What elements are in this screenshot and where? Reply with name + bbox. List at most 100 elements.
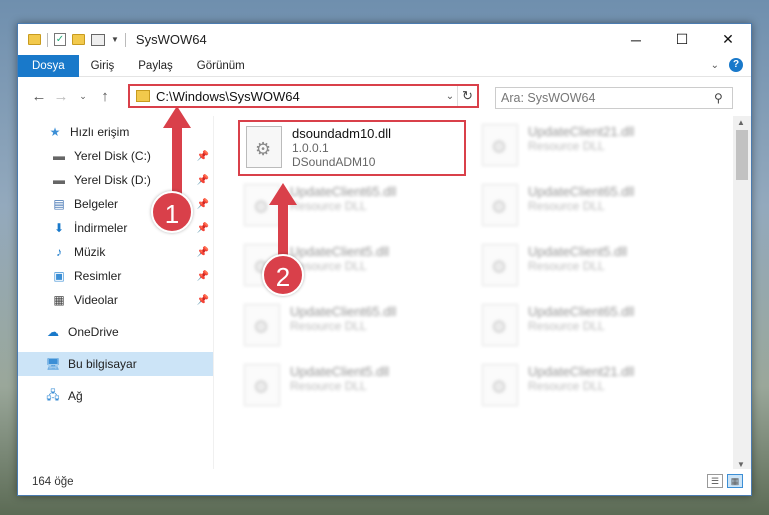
new-folder-icon[interactable] (72, 34, 85, 45)
pin-icon[interactable]: 📌 (197, 247, 209, 258)
dll-file-icon (244, 364, 280, 406)
help-icon[interactable]: ? (729, 58, 743, 72)
title-bar: ✓ ▼ SysWOW64 ─ ☐ ✕ (18, 24, 751, 55)
pin-icon[interactable]: 📌 (197, 295, 209, 306)
file-item[interactable]: UpdateClient5.dll Resource DLL (238, 360, 466, 416)
vertical-scrollbar[interactable]: ▲ ▼ (733, 116, 751, 471)
file-item[interactable]: UpdateClient21.dll Resource DLL (476, 120, 704, 176)
file-name: dsoundadm10.dll (292, 126, 392, 141)
sidebar-item-label: Yerel Disk (C:) (74, 149, 151, 163)
properties-check-icon[interactable]: ✓ (54, 33, 66, 46)
file-name: UpdateClient65.dll (290, 184, 397, 199)
maximize-button[interactable]: ☐ (659, 24, 705, 55)
sidebar-item-disk-d[interactable]: ▬ Yerel Disk (D:) 📌 (18, 168, 213, 192)
tiles-view-icon[interactable]: ▦ (727, 474, 743, 488)
sidebar-item-network[interactable]: 🖧 Ağ (18, 384, 213, 408)
scroll-down-icon[interactable]: ▼ (737, 460, 745, 469)
network-icon: 🖧 (46, 387, 60, 402)
recent-locations-icon[interactable]: ⌄ (72, 91, 94, 102)
step-badge-1: 1 (151, 191, 193, 233)
pin-icon[interactable]: 📌 (197, 223, 209, 234)
arrow-shaft-2 (278, 203, 288, 257)
computer-icon: 🖥 (45, 357, 61, 371)
tab-share[interactable]: Paylaş (126, 55, 185, 77)
refresh-icon[interactable]: ↻ (457, 86, 477, 106)
expand-ribbon-icon[interactable]: ⌄ (711, 60, 719, 71)
properties-icon[interactable] (91, 33, 105, 46)
file-item[interactable]: UpdateClient5.dll Resource DLL (476, 240, 704, 296)
file-description: Resource DLL (528, 319, 605, 333)
file-description: Resource DLL (290, 199, 367, 213)
chevron-down-icon[interactable]: ⌄ (443, 91, 457, 102)
search-input[interactable]: Ara: SysWOW64 (501, 91, 714, 105)
file-item[interactable]: UpdateClient65.dll Resource DLL (476, 180, 704, 236)
dll-file-icon (482, 364, 518, 406)
dll-file-icon (244, 304, 280, 346)
file-description: Resource DLL (528, 139, 605, 153)
forward-button[interactable]: → (50, 88, 72, 105)
sidebar-item-label: Bu bilgisayar (68, 357, 137, 371)
file-name: UpdateClient5.dll (290, 364, 390, 379)
close-button[interactable]: ✕ (705, 24, 751, 55)
file-item[interactable]: UpdateClient65.dll Resource DLL (476, 300, 704, 356)
file-description: Resource DLL (290, 379, 367, 393)
drive-icon: ▬ (53, 149, 65, 163)
divider (124, 32, 126, 47)
file-description: Resource DLL (528, 259, 605, 273)
document-icon: ▤ (53, 197, 65, 211)
video-icon: ▦ (53, 293, 65, 307)
scrollbar-thumb[interactable] (736, 130, 748, 180)
tab-home[interactable]: Giriş (79, 55, 127, 77)
sidebar-item-label: Resimler (74, 269, 122, 283)
search-box[interactable]: Ara: SysWOW64 ⚲ (495, 87, 733, 109)
sidebar-item-onedrive[interactable]: ☁ OneDrive (18, 320, 213, 344)
file-name: UpdateClient65.dll (528, 184, 635, 199)
file-description: DSoundADM10 (292, 155, 376, 169)
drive-icon: ▬ (53, 173, 65, 187)
up-button[interactable]: ↑ (94, 88, 116, 105)
sidebar-item-label: İndirmeler (74, 221, 128, 235)
file-item[interactable]: UpdateClient65.dll Resource DLL (238, 300, 466, 356)
sidebar-item-label: Yerel Disk (D:) (74, 173, 151, 187)
search-icon[interactable]: ⚲ (714, 91, 732, 105)
sidebar-item-this-pc[interactable]: 🖥 Bu bilgisayar (18, 352, 213, 376)
file-name: UpdateClient21.dll (528, 124, 635, 139)
tab-view[interactable]: Görünüm (185, 55, 257, 77)
file-item-dsoundadm10[interactable]: dsoundadm10.dll 1.0.0.1 DSoundADM10 (238, 120, 466, 176)
pin-icon[interactable]: 📌 (197, 175, 209, 186)
navigation-bar: ← → ⌄ ↑ C:\Windows\SysWOW64 ⌄ ↻ Ara: Sys… (18, 77, 751, 115)
pin-icon[interactable]: 📌 (197, 271, 209, 282)
file-item[interactable]: UpdateClient21.dll Resource DLL (476, 360, 704, 416)
scroll-up-icon[interactable]: ▲ (737, 118, 745, 127)
arrow-head-1 (163, 106, 191, 128)
sidebar-item-label: Hızlı erişim (70, 125, 130, 139)
sidebar-item-label: OneDrive (68, 325, 119, 339)
address-bar[interactable]: C:\Windows\SysWOW64 ⌄ ↻ (128, 84, 479, 108)
quick-access-toolbar: ✓ ▼ (18, 32, 126, 47)
navigation-pane: ★ Hızlı erişim ▬ Yerel Disk (C:) 📌 ▬ Yer… (18, 116, 214, 471)
file-description: Resource DLL (528, 379, 605, 393)
download-icon: ⬇ (53, 221, 65, 235)
sidebar-item-disk-c[interactable]: ▬ Yerel Disk (C:) 📌 (18, 144, 213, 168)
file-name: UpdateClient65.dll (290, 304, 397, 319)
file-description: Resource DLL (290, 259, 367, 273)
back-button[interactable]: ← (28, 88, 50, 105)
file-name: UpdateClient5.dll (290, 244, 390, 259)
sidebar-item-videos[interactable]: ▦ Videolar 📌 (18, 288, 213, 312)
sidebar-item-pictures[interactable]: ▣ Resimler 📌 (18, 264, 213, 288)
customize-toolbar-icon[interactable]: ▼ (111, 35, 119, 44)
pictures-icon: ▣ (53, 269, 65, 283)
ribbon-tabs: Dosya Giriş Paylaş Görünüm ⌄ ? (18, 54, 751, 77)
pin-icon[interactable]: 📌 (197, 151, 209, 162)
sidebar-item-music[interactable]: ♪ Müzik 📌 (18, 240, 213, 264)
pin-icon[interactable]: 📌 (197, 199, 209, 210)
step-badge-2: 2 (262, 254, 304, 296)
item-count: 164 öğe (32, 476, 74, 488)
details-view-icon[interactable]: ☰ (707, 474, 723, 488)
dll-file-icon (246, 126, 282, 168)
minimize-button[interactable]: ─ (613, 24, 659, 55)
window-title: SysWOW64 (135, 32, 207, 47)
address-path[interactable]: C:\Windows\SysWOW64 (156, 89, 443, 104)
arrow-shaft-1 (172, 126, 182, 194)
tab-file[interactable]: Dosya (18, 54, 79, 77)
